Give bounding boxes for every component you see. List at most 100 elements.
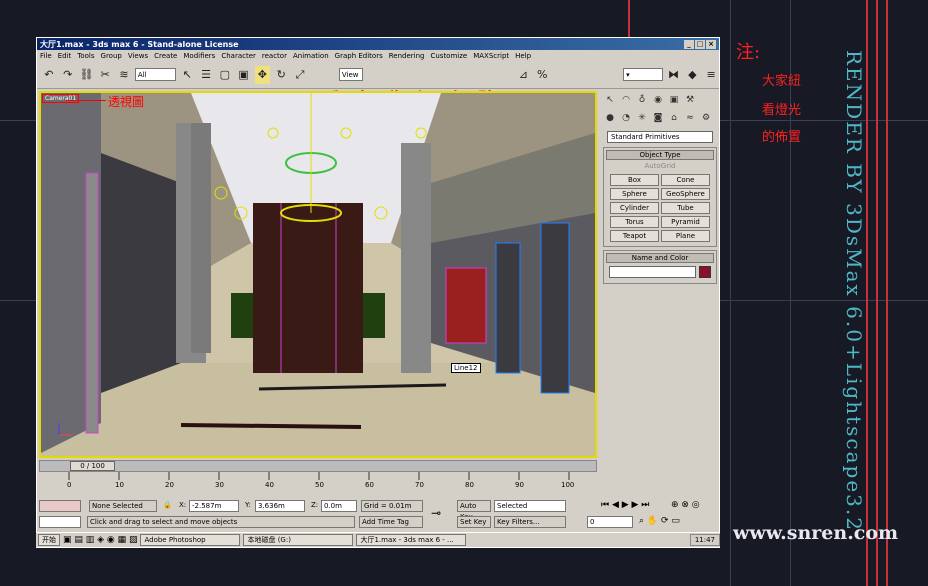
menu-character[interactable]: Character (221, 52, 256, 60)
zoom-pan-icon[interactable]: ⌕ ✋ ⟳ ▭ (639, 516, 680, 526)
selection-filter[interactable]: All (134, 68, 177, 81)
tube-button[interactable]: Tube (661, 202, 710, 214)
viewport-nav-icon[interactable]: ⊕ ⊗ ◎ (671, 500, 700, 510)
tick-10: 10 (115, 481, 124, 489)
viewport-label[interactable]: Camera01 (42, 94, 80, 103)
redo-icon[interactable]: ↷ (60, 66, 76, 84)
teapot-button[interactable]: Teapot (610, 230, 659, 242)
cylinder-button[interactable]: Cylinder (610, 202, 659, 214)
rotate-icon[interactable]: ↻ (273, 66, 289, 84)
menu-customize[interactable]: Customize (430, 52, 467, 60)
box-button[interactable]: Box (610, 174, 659, 186)
render-credit: RENDER BY 3DsMax 6.0+Lightscape3.2 (842, 50, 866, 532)
camera-viewport[interactable]: Camera01 Line12 (39, 91, 597, 458)
menu-modifiers[interactable]: Modifiers (183, 52, 215, 60)
close-button[interactable]: × (706, 39, 716, 49)
time-slider-thumb[interactable]: 0 / 100 (70, 461, 115, 471)
note-line-3: 的佈置 (762, 130, 802, 145)
menu-edit[interactable]: Edit (58, 52, 72, 60)
object-type-title[interactable]: Object Type (606, 150, 714, 160)
x-coordinate[interactable]: -2.587m (189, 500, 239, 512)
maxscript-mini[interactable] (39, 516, 81, 528)
time-slider[interactable]: 0 / 100 (39, 460, 597, 472)
minimize-button[interactable]: _ (684, 39, 694, 49)
name-color-title[interactable]: Name and Color (606, 253, 714, 263)
select-object-icon[interactable]: ↖ (179, 66, 195, 84)
mirror-icon[interactable]: ⧓ (666, 66, 682, 84)
snap-icon[interactable]: ⊿ (516, 66, 532, 84)
align-icon[interactable]: ◆ (684, 66, 700, 84)
named-selection-combo[interactable]: ▾ (623, 68, 663, 81)
geosphere-button[interactable]: GeoSphere (661, 188, 710, 200)
layers-icon[interactable]: ≡ (703, 66, 719, 84)
playback-controls-icon[interactable]: ⏮ ◀ ▶ ▶ ⏭ (601, 500, 649, 510)
object-color-swatch[interactable] (699, 266, 711, 278)
percent-snap-icon[interactable]: % (534, 66, 550, 84)
y-coordinate[interactable]: 3.636m (255, 500, 305, 512)
task-photoshop[interactable]: Adobe Photoshop (140, 534, 241, 546)
scale-icon[interactable]: ⤢ (292, 66, 308, 84)
menu-graph-editors[interactable]: Graph Editors (335, 52, 383, 60)
systems-icon[interactable]: ⚙ (699, 111, 713, 125)
pyramid-button[interactable]: Pyramid (661, 216, 710, 228)
start-button[interactable]: 开始 (38, 534, 60, 546)
track-bar[interactable]: 0 10 20 30 40 50 60 70 80 90 100 (39, 472, 597, 492)
lights-icon[interactable]: ✳ (635, 111, 649, 125)
bind-space-warp-icon[interactable]: ≋ (116, 66, 132, 84)
primitive-type-dropdown[interactable]: Standard Primitives (607, 131, 713, 143)
display-tab-icon[interactable]: ▣ (667, 93, 681, 107)
undo-icon[interactable]: ↶ (41, 66, 57, 84)
cameras-icon[interactable]: ◙ (651, 111, 665, 125)
unlink-icon[interactable]: ✂ (97, 66, 113, 84)
select-move-icon[interactable]: ✥ (254, 65, 271, 84)
menu-animation[interactable]: Animation (293, 52, 329, 60)
add-time-tag[interactable]: Add Time Tag (359, 516, 423, 528)
menu-maxscript[interactable]: MAXScript (473, 52, 509, 60)
autogrid-checkbox[interactable]: AutoGrid (606, 162, 714, 170)
maximize-button[interactable]: □ (695, 39, 705, 49)
select-by-name-icon[interactable]: ☰ (198, 66, 214, 84)
link-icon[interactable]: ⛓ (79, 66, 95, 84)
window-crossing-icon[interactable]: ▣ (236, 66, 252, 84)
reference-coord-combo[interactable]: View (338, 68, 363, 81)
key-filters-button[interactable]: Key Filters... (494, 516, 566, 528)
menu-rendering[interactable]: Rendering (389, 52, 425, 60)
menu-group[interactable]: Group (101, 52, 122, 60)
geometry-icon[interactable]: ● (603, 111, 617, 125)
menu-help[interactable]: Help (515, 52, 531, 60)
utilities-tab-icon[interactable]: ⚒ (683, 93, 697, 107)
task-local-disk[interactable]: 本地磁盘 (G:) (243, 534, 354, 546)
auto-key-button[interactable]: Auto Key (457, 500, 491, 521)
current-frame[interactable]: 0 (587, 516, 633, 528)
plane-button[interactable]: Plane (661, 230, 710, 242)
menu-views[interactable]: Views (128, 52, 148, 60)
z-coordinate[interactable]: 0.0m (321, 500, 357, 512)
create-tab-icon[interactable]: ↖ (603, 93, 617, 107)
object-name-input[interactable] (609, 266, 696, 278)
menu-reactor[interactable]: reactor (262, 52, 287, 60)
menu-file[interactable]: File (40, 52, 52, 60)
rect-region-icon[interactable]: ▢ (217, 66, 233, 84)
prompt-line: Click and drag to select and move object… (87, 516, 355, 528)
menu-tools[interactable]: Tools (77, 52, 94, 60)
torus-button[interactable]: Torus (610, 216, 659, 228)
modify-tab-icon[interactable]: ◠ (619, 93, 633, 107)
shapes-icon[interactable]: ◔ (619, 111, 633, 125)
motion-tab-icon[interactable]: ◉ (651, 93, 665, 107)
window-title: 大厅1.max - 3ds max 6 - Stand-alone Licens… (40, 39, 239, 49)
lock-icon[interactable]: 🔒 (163, 501, 172, 509)
key-icon[interactable]: ⊸ (431, 506, 441, 520)
cone-button[interactable]: Cone (661, 174, 710, 186)
menu-bar: File Edit Tools Group Views Create Modif… (37, 50, 719, 61)
maxscript-listener[interactable] (39, 500, 81, 512)
sphere-button[interactable]: Sphere (610, 188, 659, 200)
menu-create[interactable]: Create (154, 52, 177, 60)
task-3dsmax[interactable]: 大厅1.max - 3ds max 6 - ... (356, 534, 467, 546)
spacewarps-icon[interactable]: ≈ (683, 111, 697, 125)
set-key-button[interactable]: Set Key (457, 516, 491, 528)
helpers-icon[interactable]: ⌂ (667, 111, 681, 125)
hierarchy-tab-icon[interactable]: ♁ (635, 93, 649, 107)
quick-launch-icon[interactable]: ▣ ▤ ▥ ◈ ◉ ▦ ▧ (63, 535, 137, 545)
main-toolbar: ↶ ↷ ⛓ ✂ ≋ All ↖ ☰ ▢ ▣ ✥ ↻ ⤢ View ⊿ % ▾ ⧓… (37, 61, 719, 110)
selected-combo[interactable]: Selected (494, 500, 566, 512)
